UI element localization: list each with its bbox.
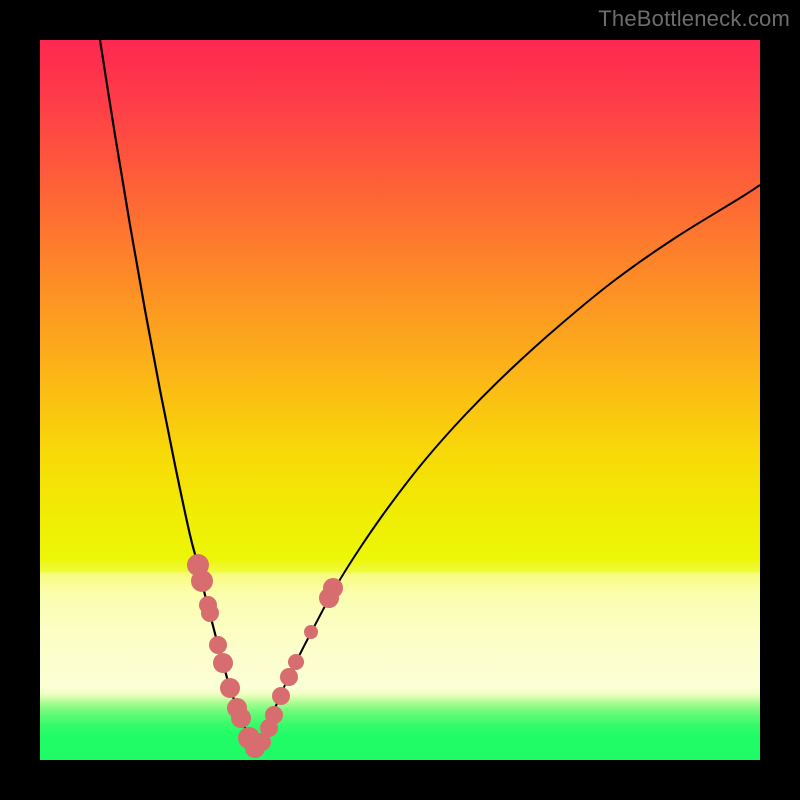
data-marker [231,708,251,728]
plot-area [40,40,760,760]
data-marker [265,706,283,724]
curve-left-arm [100,40,255,752]
data-marker [209,636,227,654]
data-marker [323,578,343,598]
data-marker [304,625,318,639]
watermark-text: TheBottleneck.com [598,6,790,32]
data-marker [280,668,298,686]
data-marker [191,570,213,592]
chart-frame: TheBottleneck.com [0,0,800,800]
marker-layer [187,554,343,758]
data-marker [201,604,219,622]
data-marker [213,653,233,673]
data-marker [288,654,304,670]
curve-svg [40,40,760,760]
curve-right-arm [255,185,760,752]
data-marker [272,687,290,705]
data-marker [220,678,240,698]
